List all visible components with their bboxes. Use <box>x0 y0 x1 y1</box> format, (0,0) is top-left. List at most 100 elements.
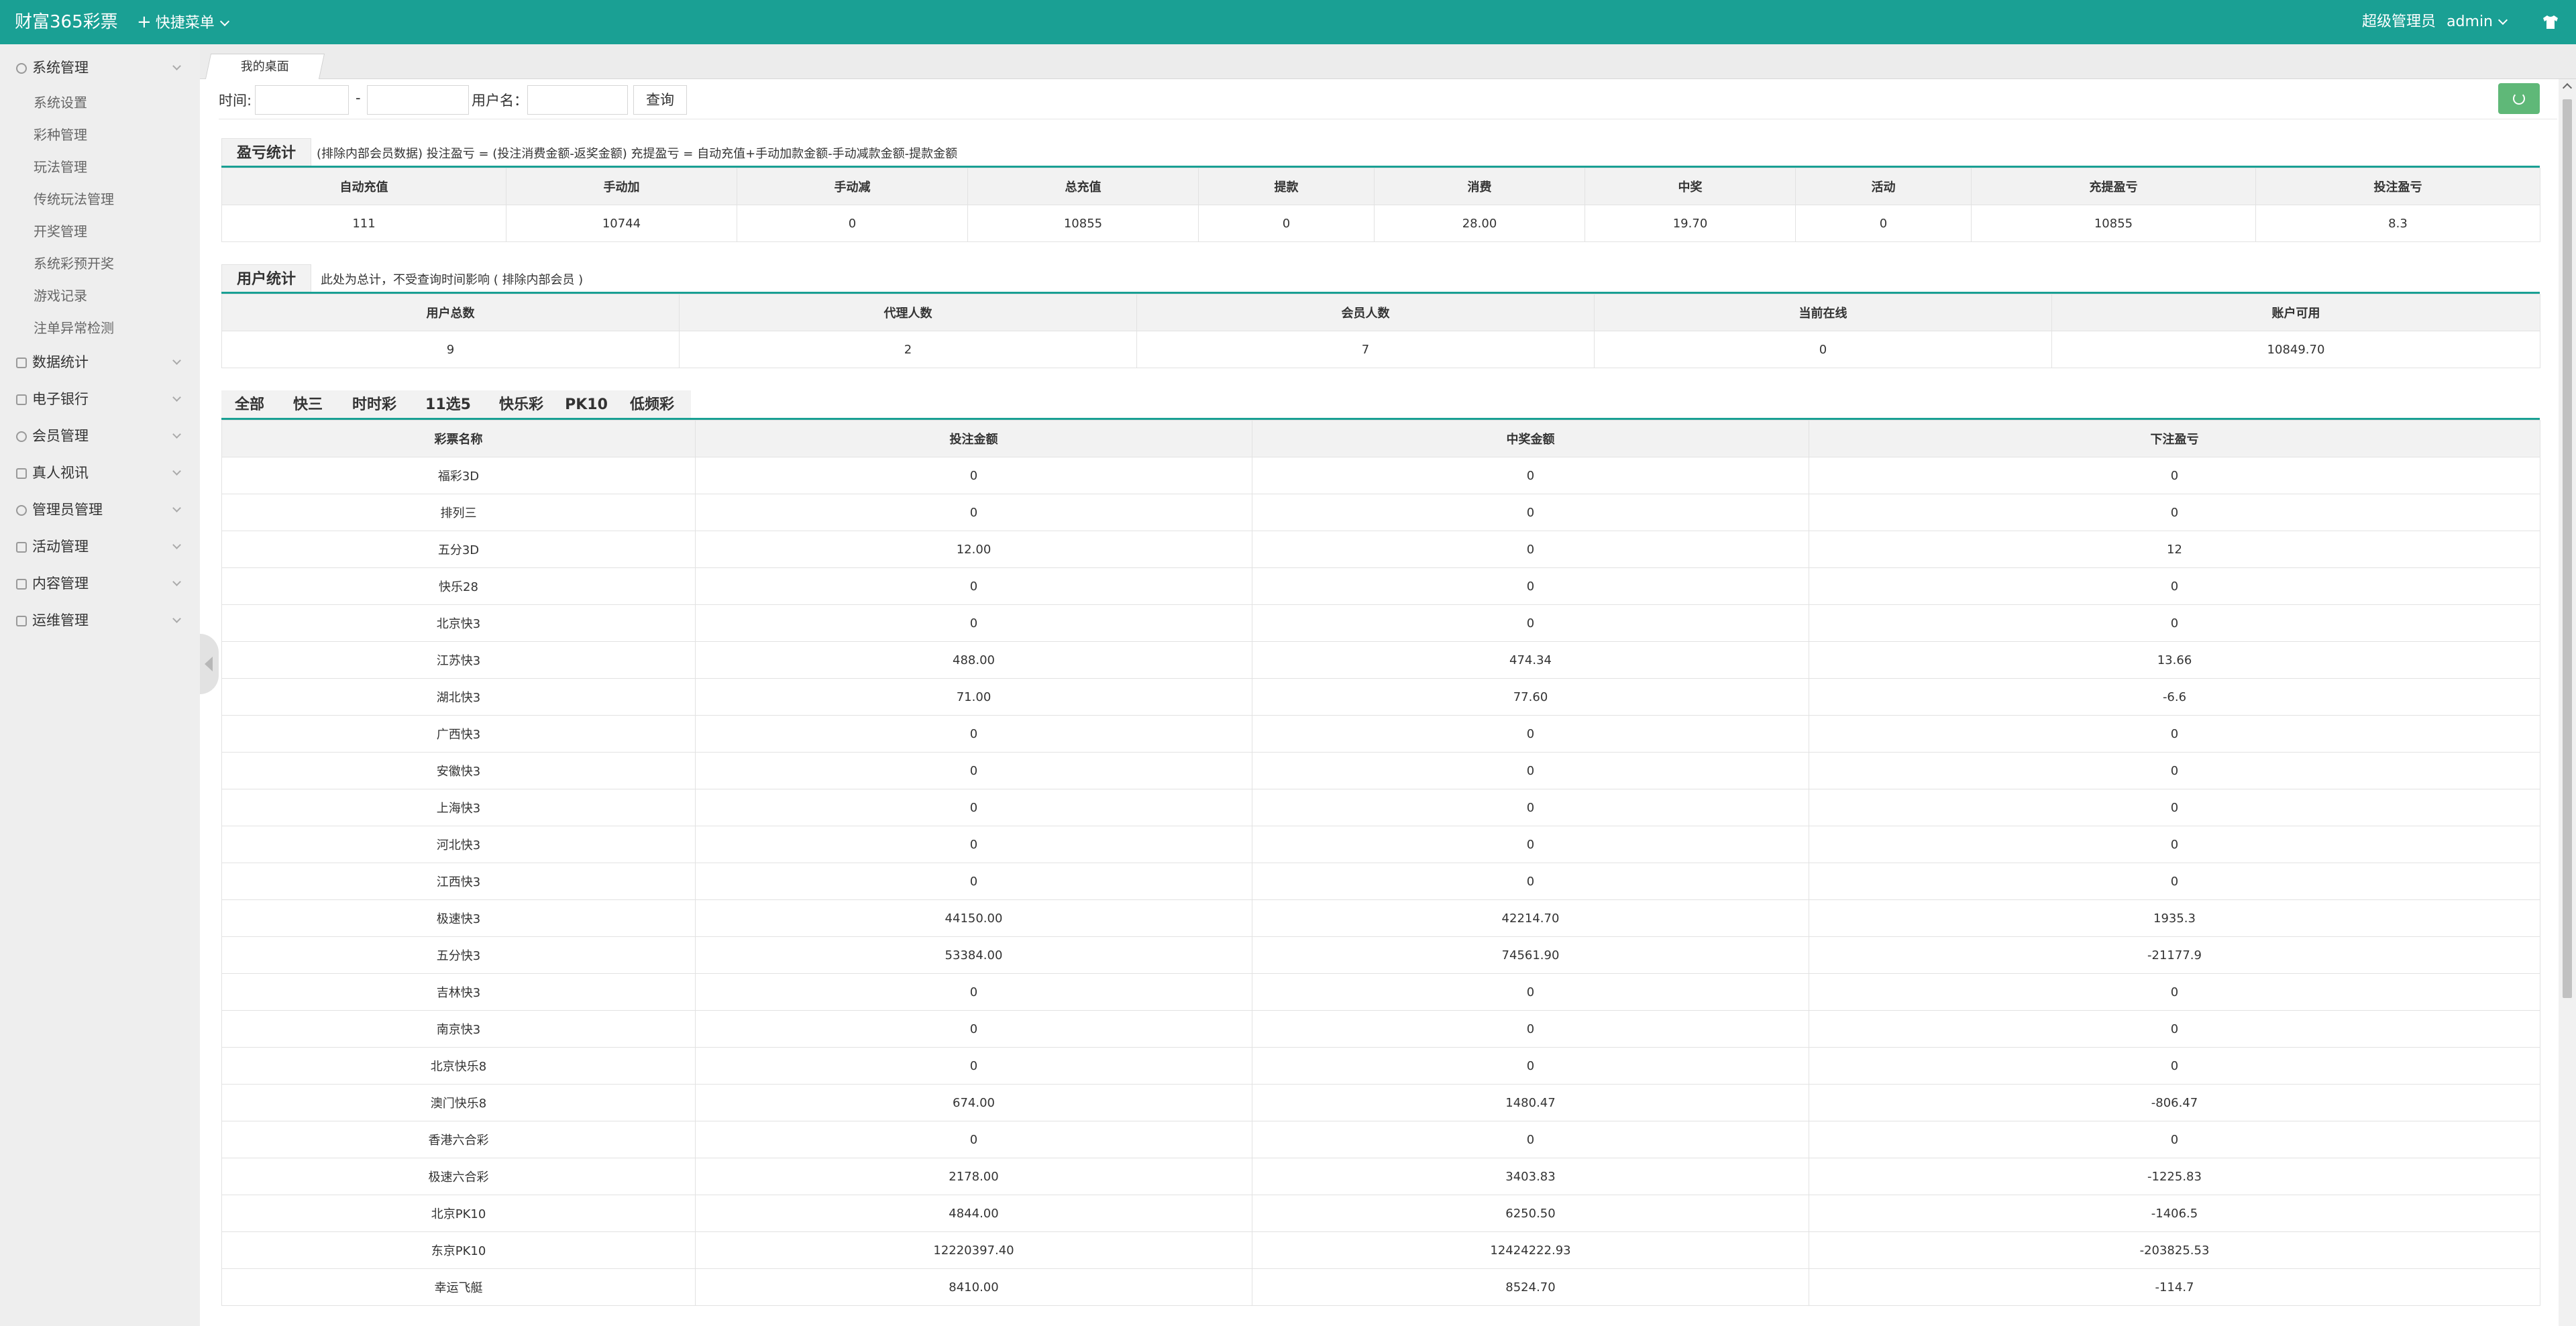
table-row: 快乐28 0 0 0 <box>221 567 2540 605</box>
lottery-tab[interactable]: 11选5 <box>411 390 486 418</box>
table-cell: 674.00 <box>695 1084 1252 1121</box>
sidebar-group-2[interactable]: 电子银行 <box>0 381 200 418</box>
sidebar-group-3[interactable]: 会员管理 <box>0 418 200 455</box>
table-cell: 0 <box>695 789 1252 826</box>
table-cell: 0 <box>695 1047 1252 1085</box>
sidebar-group-4[interactable]: 真人视讯 <box>0 455 200 492</box>
table-cell: -114.7 <box>1809 1268 2540 1306</box>
start-date-input[interactable] <box>255 85 349 115</box>
chevron-down-icon <box>172 614 181 623</box>
table-cell: 8410.00 <box>695 1268 1252 1306</box>
sidebar-group-8[interactable]: 运维管理 <box>0 602 200 639</box>
table-cell: 极速六合彩 <box>221 1158 696 1195</box>
table-cell: 河北快3 <box>221 826 696 863</box>
profit-header-row: 自动充值 手动加 手动减 总充值 提款 消费 中奖 活动 充提盈亏 投注盈亏 <box>221 168 2540 205</box>
table-cell: 0 <box>695 494 1252 531</box>
username-input[interactable] <box>527 85 628 115</box>
sidebar-group-label: 系统管理 <box>32 60 89 76</box>
table-cell: 0 <box>1198 205 1375 242</box>
sidebar-item[interactable]: 彩种管理 <box>0 119 200 151</box>
table-cell: 7 <box>1136 331 1595 368</box>
column-header: 用户总数 <box>221 294 680 331</box>
shirt-icon[interactable] <box>2542 15 2559 30</box>
table-cell: 极速快3 <box>221 899 696 937</box>
lottery-tab[interactable]: 低频彩 <box>616 390 688 418</box>
scroll-thumb[interactable] <box>2563 99 2572 998</box>
top-bar: 财富365彩票 + 快捷菜单 超级管理员 admin <box>0 0 2576 44</box>
chevron-down-icon <box>172 393 181 402</box>
table-cell: 0 <box>1809 567 2540 605</box>
sidebar-group-label: 会员管理 <box>32 428 89 444</box>
sidebar-item[interactable]: 开奖管理 <box>0 215 200 247</box>
sidebar-item[interactable]: 系统设置 <box>0 87 200 119</box>
table-cell: 江西快3 <box>221 863 696 900</box>
lottery-tab[interactable]: PK10 <box>557 390 616 418</box>
tab-home[interactable]: 我的桌面 <box>205 54 325 79</box>
end-date-input[interactable] <box>367 85 469 115</box>
sidebar-group-1[interactable]: 数据统计 <box>0 344 200 381</box>
chevron-down-icon <box>219 16 229 27</box>
chevron-down-icon <box>172 504 181 512</box>
table-row: 上海快3 0 0 0 <box>221 789 2540 826</box>
table-cell: 0 <box>695 863 1252 900</box>
sidebar-item[interactable]: 注单异常检测 <box>0 312 200 344</box>
sidebar-collapse-button[interactable] <box>200 634 219 694</box>
sidebar-group-label: 运维管理 <box>32 612 89 628</box>
table-cell: 12.00 <box>695 531 1252 568</box>
table-cell: 北京PK10 <box>221 1195 696 1232</box>
user-menu[interactable]: 超级管理员 admin <box>2362 0 2508 44</box>
app-logo[interactable]: 财富365彩票 <box>15 0 118 44</box>
table-cell: 13.66 <box>1809 641 2540 679</box>
table-row: 南京快3 0 0 0 <box>221 1010 2540 1048</box>
query-button[interactable]: 查询 <box>633 85 687 115</box>
filter-bar: 时间: - 用户名： 查询 <box>219 79 2557 119</box>
lottery-header-row: 彩票名称 投注金额 中奖金额 下注盈亏 <box>221 420 2540 457</box>
column-header: 手动加 <box>506 168 737 205</box>
table-row: 香港六合彩 0 0 0 <box>221 1121 2540 1158</box>
table-cell: 0 <box>1252 1047 1809 1085</box>
sidebar-group-7[interactable]: 内容管理 <box>0 565 200 602</box>
vertical-scrollbar[interactable] <box>2559 79 2576 1326</box>
table-cell: 488.00 <box>695 641 1252 679</box>
table-cell: 42214.70 <box>1252 899 1809 937</box>
sidebar-item[interactable]: 系统彩预开奖 <box>0 247 200 280</box>
lottery-tab[interactable]: 快乐彩 <box>486 390 557 418</box>
table-cell: 44150.00 <box>695 899 1252 937</box>
lottery-tab[interactable]: 时时彩 <box>338 390 411 418</box>
table-row: 吉林快3 0 0 0 <box>221 973 2540 1011</box>
sidebar-group-0[interactable]: 系统管理 <box>0 50 200 87</box>
sidebar-group-label: 活动管理 <box>32 539 89 555</box>
column-header: 提款 <box>1198 168 1375 205</box>
sidebar-item[interactable]: 游戏记录 <box>0 280 200 312</box>
tab-strip: 我的桌面 <box>200 44 2576 79</box>
table-cell: -1406.5 <box>1809 1195 2540 1232</box>
table-cell: 2 <box>679 331 1137 368</box>
sidebar-item[interactable]: 玩法管理 <box>0 151 200 183</box>
table-cell: 474.34 <box>1252 641 1809 679</box>
sidebar-item[interactable]: 传统玩法管理 <box>0 183 200 215</box>
table-row: 安徽快3 0 0 0 <box>221 752 2540 789</box>
lottery-tab[interactable]: 全部 <box>221 390 278 418</box>
table-cell: 8524.70 <box>1252 1268 1809 1306</box>
lottery-tab[interactable]: 快三 <box>278 390 338 418</box>
table-cell: 12 <box>1809 531 2540 568</box>
column-header: 中奖金额 <box>1252 420 1809 457</box>
table-cell: -1225.83 <box>1809 1158 2540 1195</box>
table-cell: 澳门快乐8 <box>221 1084 696 1121</box>
table-cell: 0 <box>695 457 1252 494</box>
quick-menu-button[interactable]: + 快捷菜单 <box>137 0 229 46</box>
table-cell: 江苏快3 <box>221 641 696 679</box>
table-cell: 71.00 <box>695 678 1252 716</box>
sidebar-group-5[interactable]: 管理员管理 <box>0 492 200 529</box>
table-cell: 吉林快3 <box>221 973 696 1011</box>
profit-table: 自动充值 手动加 手动减 总充值 提款 消费 中奖 活动 充提盈亏 投注盈亏 111 10744 0 1… <box>221 168 2540 242</box>
sidebar-group-6[interactable]: 活动管理 <box>0 529 200 565</box>
table-row: 福彩3D 0 0 0 <box>221 457 2540 494</box>
table-cell: 快乐28 <box>221 567 696 605</box>
table-cell: 1480.47 <box>1252 1084 1809 1121</box>
table-cell: 2178.00 <box>695 1158 1252 1195</box>
scroll-up-icon[interactable] <box>2562 82 2573 93</box>
refresh-button[interactable] <box>2498 83 2540 114</box>
table-cell: 77.60 <box>1252 678 1809 716</box>
table-cell: 0 <box>1809 1010 2540 1048</box>
